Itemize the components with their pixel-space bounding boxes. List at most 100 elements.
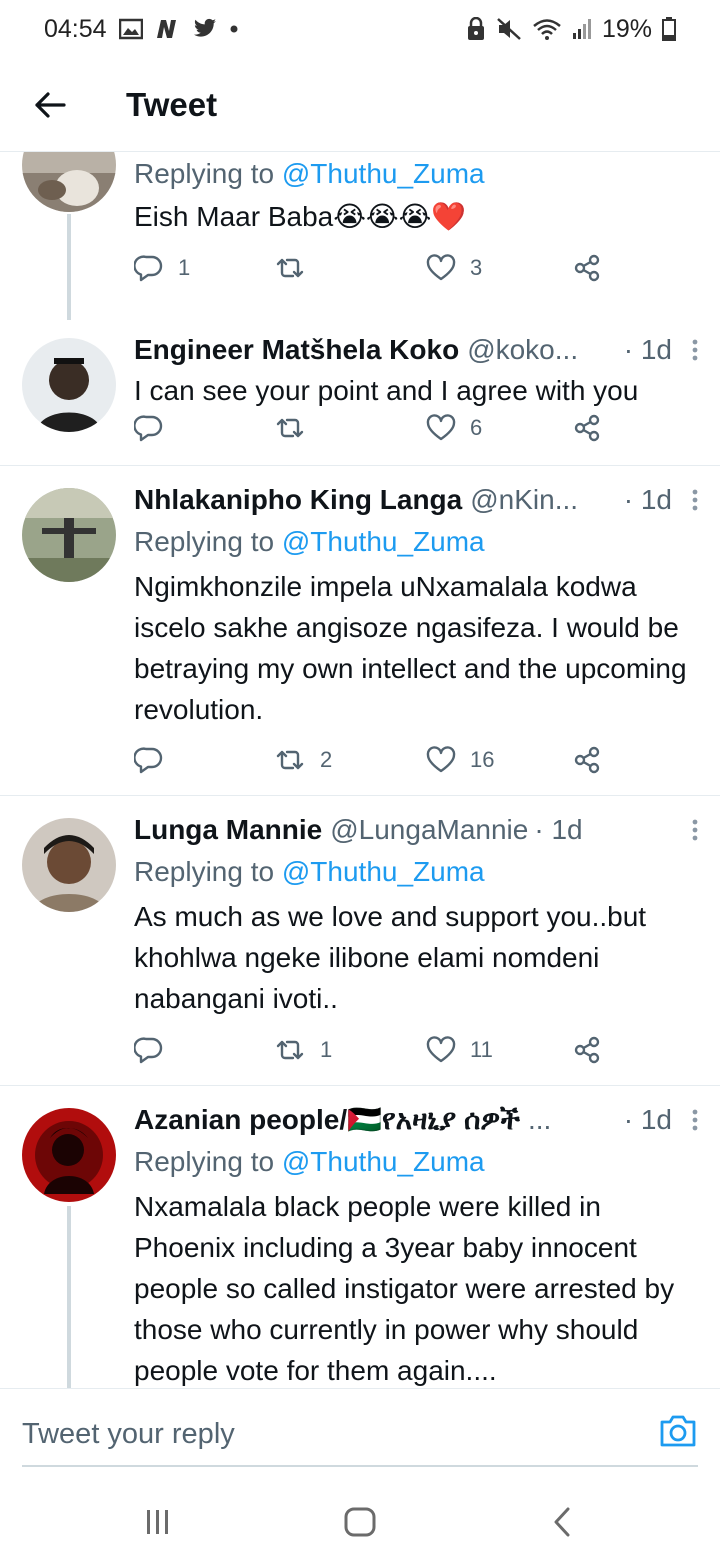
- share-icon: [574, 254, 600, 282]
- reply-count: 1: [178, 255, 191, 280]
- home-icon: [344, 1507, 376, 1537]
- retweet-button[interactable]: [274, 408, 320, 448]
- avatar[interactable]: [22, 152, 116, 212]
- reply-button[interactable]: 1: [134, 248, 190, 288]
- tweet-text: I can see your point and I agree with yo…: [134, 375, 639, 406]
- tweet-content: Lunga Mannie @LungaMannie · 1d Replying …: [134, 810, 698, 1019]
- avatar[interactable]: [22, 818, 116, 912]
- reply-button[interactable]: [134, 1030, 178, 1070]
- reply-button[interactable]: [134, 740, 178, 780]
- tweet-item[interactable]: Nhlakanipho King Langa @nKin... · 1d Rep…: [0, 466, 720, 796]
- user-handle[interactable]: @nKin...: [470, 484, 578, 516]
- back-nav-button[interactable]: [542, 1502, 582, 1542]
- reply-button[interactable]: [134, 408, 178, 448]
- tweet-item[interactable]: Azanian people/🇵🇸የአዛኒያ ሰዎች ... · 1d Repl…: [0, 1086, 720, 1388]
- camera-button[interactable]: [658, 1413, 698, 1453]
- user-handle[interactable]: @koko...: [467, 334, 578, 366]
- thread-line: [67, 1206, 71, 1388]
- recent-apps-icon: [147, 1510, 168, 1534]
- replying-to: Replying to @Thuthu_Zuma: [134, 526, 485, 557]
- tweet-item[interactable]: Replying to @Thuthu_Zuma Eish Maar Baba😭…: [0, 152, 720, 320]
- thread-line: [67, 214, 71, 320]
- more-options-button[interactable]: [672, 339, 698, 361]
- wifi-icon: [532, 17, 562, 41]
- more-vertical-icon: [692, 339, 698, 361]
- like-count: 6: [470, 415, 483, 440]
- tweet-header: Nhlakanipho King Langa @nKin... · 1d: [134, 480, 698, 520]
- recent-apps-button[interactable]: [138, 1502, 178, 1542]
- status-bar: 04:54 19%: [0, 0, 720, 58]
- tweet-actions: 1 11: [134, 1030, 604, 1070]
- mention-link[interactable]: @Thuthu_Zuma: [282, 158, 485, 189]
- more-options-button[interactable]: [672, 819, 698, 841]
- retweet-button[interactable]: 2: [274, 740, 332, 780]
- display-name[interactable]: Nhlakanipho King Langa: [134, 484, 462, 516]
- tweet-actions: 2 16: [134, 740, 604, 780]
- status-time: 04:54: [44, 14, 107, 43]
- more-vertical-icon: [692, 819, 698, 841]
- like-count: 16: [470, 747, 495, 772]
- like-button[interactable]: 6: [426, 408, 482, 448]
- avatar[interactable]: [22, 338, 116, 432]
- page-title: Tweet: [126, 85, 218, 123]
- retweet-count: 2: [320, 747, 333, 772]
- replies-feed[interactable]: Replying to @Thuthu_Zuma Eish Maar Baba😭…: [0, 152, 720, 1388]
- avatar[interactable]: [22, 1108, 116, 1202]
- home-button[interactable]: [340, 1502, 380, 1542]
- chevron-left-icon: [554, 1507, 570, 1537]
- retweet-button[interactable]: 1: [274, 1030, 332, 1070]
- share-icon: [574, 1036, 600, 1064]
- like-count: 3: [470, 255, 483, 280]
- tweet-content: Nhlakanipho King Langa @nKin... · 1d Rep…: [134, 480, 698, 730]
- replying-to: Replying to @Thuthu_Zuma: [134, 1146, 485, 1177]
- share-button[interactable]: [572, 408, 602, 448]
- heart-icon: [426, 746, 456, 773]
- tweet-time: · 1d: [623, 484, 672, 515]
- share-icon: [574, 414, 600, 442]
- tweet-item[interactable]: Lunga Mannie @LungaMannie · 1d Replying …: [0, 796, 720, 1086]
- replying-to: Replying to @Thuthu_Zuma: [134, 856, 485, 887]
- tweet-item[interactable]: Engineer Matšhela Koko @koko... · 1d I c…: [0, 316, 720, 466]
- avatar[interactable]: [22, 488, 116, 582]
- comment-bubble-icon: [134, 747, 163, 774]
- tweet-header: Azanian people/🇵🇸የአዛኒያ ሰዎች ... · 1d: [134, 1100, 698, 1140]
- comment-bubble-icon: [134, 255, 163, 282]
- back-button[interactable]: [0, 58, 100, 152]
- tweet-content: Azanian people/🇵🇸የአዛኒያ ሰዎች ... · 1d Repl…: [134, 1100, 698, 1388]
- tweet-actions: 6: [134, 408, 604, 448]
- retweet-icon: [276, 1040, 304, 1060]
- user-handle[interactable]: ...: [528, 1104, 551, 1136]
- like-button[interactable]: 11: [426, 1030, 493, 1070]
- display-name[interactable]: Engineer Matšhela Koko: [134, 334, 459, 366]
- camera-icon: [660, 1415, 696, 1447]
- tweet-text: Ngimkhonzile impela uNxamalala kodwa isc…: [134, 571, 687, 725]
- reply-input[interactable]: Tweet your reply: [22, 1403, 698, 1467]
- tweet-content: Replying to @Thuthu_Zuma Eish Maar Baba😭…: [134, 152, 698, 237]
- share-button[interactable]: [572, 1030, 602, 1070]
- retweet-icon: [276, 750, 304, 770]
- heart-icon: [426, 254, 456, 281]
- news-notification-icon: [155, 18, 181, 40]
- more-options-button[interactable]: [672, 489, 698, 511]
- user-handle[interactable]: @LungaMannie: [330, 814, 528, 846]
- retweet-count: 1: [320, 1037, 333, 1062]
- more-vertical-icon: [692, 1109, 698, 1131]
- like-button[interactable]: 16: [426, 740, 494, 780]
- comment-bubble-icon: [134, 1037, 163, 1064]
- replying-to: Replying to @Thuthu_Zuma: [134, 158, 485, 189]
- more-vertical-icon: [692, 489, 698, 511]
- retweet-button[interactable]: [274, 248, 320, 288]
- mention-link[interactable]: @Thuthu_Zuma: [282, 1146, 485, 1177]
- share-button[interactable]: [572, 248, 602, 288]
- display-name[interactable]: Lunga Mannie: [134, 814, 322, 846]
- mention-link[interactable]: @Thuthu_Zuma: [282, 856, 485, 887]
- twitter-notification-icon: [193, 18, 217, 40]
- tweet-header: Engineer Matšhela Koko @koko... · 1d: [134, 330, 698, 370]
- more-options-button[interactable]: [672, 1109, 698, 1131]
- like-button[interactable]: 3: [426, 248, 482, 288]
- mention-link[interactable]: @Thuthu_Zuma: [282, 526, 485, 557]
- display-name[interactable]: Azanian people/🇵🇸የአዛኒያ ሰዎች: [134, 1103, 520, 1137]
- heart-icon: [426, 414, 456, 441]
- share-button[interactable]: [572, 740, 602, 780]
- tweet-time: · 1d: [623, 334, 672, 365]
